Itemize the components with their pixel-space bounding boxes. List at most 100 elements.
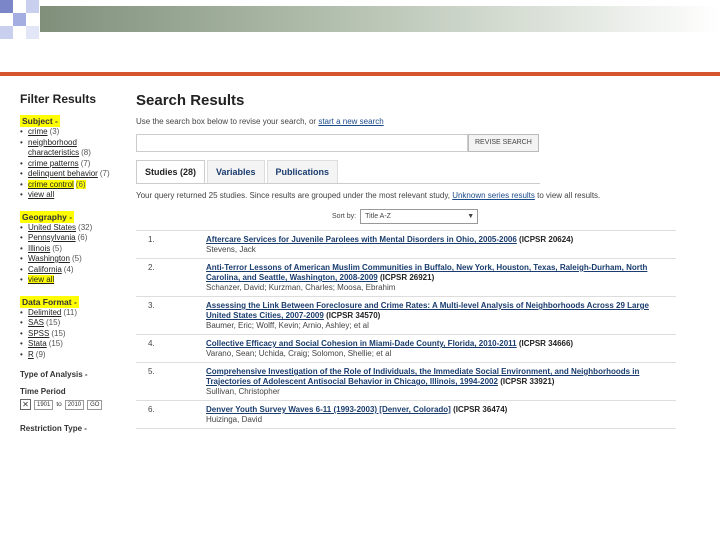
filter-count: (6) — [75, 179, 86, 189]
intro-label: Use the search box below to revise your … — [136, 117, 317, 126]
result-title-link[interactable]: Aftercare Services for Juvenile Parolees… — [206, 235, 517, 244]
search-input[interactable] — [136, 134, 468, 152]
accent-line — [0, 72, 720, 76]
filter-panel: Filter Results Subject - • crime (3) • neig… — [20, 92, 130, 436]
view-all-link[interactable]: view all — [28, 190, 54, 199]
results-list: 1. Aftercare Services for Juvenile Parol… — [136, 230, 676, 429]
list-item: • Pennsylvania (6) — [20, 233, 88, 242]
result-title-link[interactable]: Assessing the Link Between Foreclosure a… — [206, 301, 649, 320]
filter-group-data-format: Data Format - • Delimited (11) • SAS (15) • S… — [20, 295, 130, 361]
filter-heading-geography[interactable]: Geography - — [20, 210, 75, 223]
time-to-input[interactable]: 2010 — [64, 399, 85, 410]
filter-link[interactable]: Washington — [28, 254, 70, 263]
sort-select[interactable]: Title A-Z ▼ — [360, 209, 479, 224]
filter-link[interactable]: Stata — [28, 339, 47, 348]
filter-count: (15) — [51, 328, 66, 338]
filter-link[interactable]: Illinois — [28, 244, 50, 253]
result-title-link[interactable]: Denver Youth Survey Waves 6-11 (1993-200… — [206, 405, 451, 414]
list-item: • R (9) — [20, 349, 46, 359]
list-item: 6. Denver Youth Survey Waves 6-11 (1993-… — [136, 401, 676, 429]
list-item: 4. Collective Efficacy and Social Cohesi… — [136, 335, 676, 363]
filter-count: (7) — [80, 158, 91, 168]
list-item: • SPSS (15) — [20, 328, 66, 338]
filter-link[interactable]: crime control — [28, 179, 74, 189]
tab-variables[interactable]: Variables — [207, 160, 265, 183]
search-row: REVISE SEARCH — [136, 134, 696, 152]
filter-heading-data-format[interactable]: Data Format - — [20, 295, 79, 308]
note-text: Your query returned 25 studies. Since re… — [136, 191, 450, 200]
banner-square — [26, 26, 39, 39]
filter-count: (4) — [63, 264, 74, 274]
list-item: 2. Anti-Terror Lessons of American Musli… — [136, 259, 676, 297]
filter-count: (32) — [78, 222, 93, 232]
list-item: • Illinois (5) — [20, 243, 63, 253]
filter-link[interactable]: R — [28, 350, 34, 359]
banner-gradient — [40, 6, 720, 32]
time-period-row: ✕ 1901 to 2010 GO — [20, 399, 130, 410]
filter-count: (9) — [35, 349, 46, 359]
filter-heading-type-of-analysis[interactable]: Type of Analysis - — [20, 370, 130, 379]
note-text-end: to view all results. — [537, 191, 601, 200]
filter-link[interactable]: California — [28, 265, 62, 274]
sort-label: Sort by: — [332, 213, 357, 220]
filter-count: (15) — [48, 339, 63, 348]
filter-count: (5) — [71, 254, 82, 263]
view-all-link[interactable]: view all — [28, 275, 55, 284]
filter-heading-subject[interactable]: Subject - — [20, 115, 60, 127]
list-item: • Washington (5) — [20, 254, 82, 263]
result-number: 6. — [148, 405, 155, 414]
result-id: (ICPSR 34666) — [518, 339, 574, 348]
result-number: 3. — [148, 301, 155, 310]
banner-square — [26, 0, 39, 13]
filter-count: (6) — [77, 233, 88, 242]
result-authors: Sullivan, Christopher — [206, 387, 280, 396]
list-item: • crime patterns (7) — [20, 158, 91, 168]
list-item: • neighborhood characteristics (8) — [20, 137, 91, 158]
result-title-link[interactable]: Collective Efficacy and Social Cohesion … — [206, 339, 517, 348]
filter-link[interactable]: SPSS — [28, 329, 49, 338]
results-note: Your query returned 25 studies. Since re… — [136, 190, 676, 201]
filter-link[interactable]: crime — [28, 127, 48, 136]
sort-value: Title A-Z — [365, 213, 391, 220]
tab-publications[interactable]: Publications — [266, 160, 339, 183]
result-number: 1. — [148, 235, 155, 244]
list-item: 3. Assessing the Link Between Foreclosur… — [136, 297, 676, 335]
clear-checkbox[interactable]: ✕ — [20, 399, 31, 410]
tab-bar: Studies (28) Variables Publications — [136, 160, 540, 184]
banner-square — [0, 26, 13, 39]
filter-group-subject: Subject - • crime (3) • neighborhood charac… — [20, 115, 130, 201]
result-authors: Varano, Sean; Uchida, Craig; Solomon, Sh… — [206, 349, 392, 358]
filter-link[interactable]: delinquent behavior — [28, 169, 98, 178]
chevron-down-icon: ▼ — [467, 213, 475, 220]
intro-text: Use the search box below to revise your … — [136, 117, 696, 126]
filter-link[interactable]: United States — [28, 223, 76, 232]
result-number: 2. — [148, 263, 155, 272]
result-title-link[interactable]: Comprehensive Investigation of the Role … — [206, 367, 639, 386]
time-from-input[interactable]: 1901 — [34, 399, 54, 410]
time-go-button[interactable]: GO — [87, 399, 103, 410]
filter-link[interactable]: Pennsylvania — [28, 233, 76, 242]
filter-link[interactable]: SAS — [28, 318, 44, 327]
time-to-label: to — [56, 401, 62, 408]
filter-count: (15) — [46, 318, 61, 327]
list-item: 1. Aftercare Services for Juvenile Parol… — [136, 231, 676, 259]
new-search-link[interactable]: start a new search — [318, 117, 383, 126]
filter-heading-restriction-type[interactable]: Restriction Type - — [20, 424, 130, 433]
filter-link[interactable]: neighborhood characteristics — [28, 138, 79, 158]
filter-group-geography: Geography - • United States (32) • Pennsylv… — [20, 210, 130, 286]
filter-title: Filter Results — [20, 92, 97, 106]
revise-search-button[interactable]: REVISE SEARCH — [468, 134, 539, 152]
tab-studies[interactable]: Studies (28) — [136, 160, 206, 183]
filter-link[interactable]: Delimited — [28, 308, 61, 317]
result-id: (ICPSR 33921) — [500, 377, 555, 386]
main-content: Search Results Use the search box below … — [136, 92, 696, 429]
banner-square — [13, 13, 26, 26]
filter-heading-time-period: Time Period — [20, 387, 66, 396]
filter-link[interactable]: crime patterns — [28, 159, 79, 168]
result-authors: Baumer, Eric; Wolff, Kevin; Arnio, Ashle… — [206, 321, 369, 330]
series-results-link[interactable]: Unknown series results — [452, 191, 535, 200]
list-item: 5. Comprehensive Investigation of the Ro… — [136, 363, 676, 401]
result-authors: Schanzer, David; Kurzman, Charles; Moosa… — [206, 283, 396, 292]
list-item: • California (4) — [20, 264, 74, 274]
result-authors: Stevens, Jack — [206, 245, 256, 254]
